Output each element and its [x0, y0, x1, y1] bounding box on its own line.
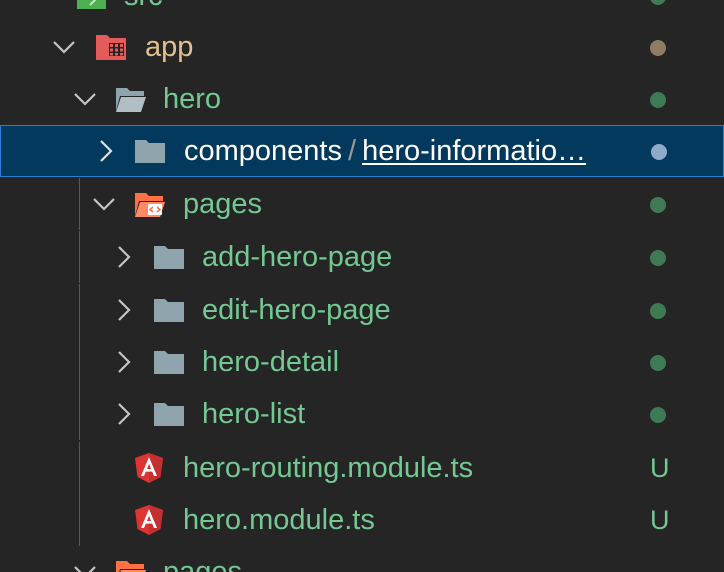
chevron-right-icon[interactable] — [112, 402, 136, 426]
chevron-right-icon[interactable] — [112, 245, 136, 269]
app-folder-icon — [95, 32, 127, 62]
status-dot — [650, 407, 666, 423]
folder-icon — [134, 136, 166, 166]
chevron-right-icon[interactable] — [94, 139, 118, 163]
path-separator: / — [348, 135, 357, 167]
folder-icon — [153, 347, 185, 377]
status-dot — [651, 144, 667, 160]
chevron-down-icon[interactable] — [73, 87, 97, 111]
status-dot — [650, 197, 666, 213]
indent-guide — [79, 442, 80, 494]
tree-label-src: src — [124, 0, 163, 22]
file-explorer-tree: src app — [0, 0, 724, 572]
tree-row-app[interactable]: app — [0, 21, 724, 73]
status-dot — [650, 0, 666, 5]
tree-row-edit-hero-page[interactable]: edit-hero-page — [0, 284, 724, 336]
compact-folder-name: components — [184, 135, 342, 167]
tree-row-hero-routing-module[interactable]: hero-routing.module.ts U — [0, 442, 724, 494]
indent-guide — [79, 388, 80, 440]
indent-guide — [79, 494, 80, 546]
tree-row-hero-detail[interactable]: hero-detail — [0, 336, 724, 388]
tree-label-hero-routing-module: hero-routing.module.ts — [183, 452, 474, 484]
chevron-down-icon[interactable] — [52, 35, 76, 59]
tree-label-hero-module: hero.module.ts — [183, 504, 375, 536]
indent-guide — [79, 178, 80, 230]
tree-label-edit-hero-page: edit-hero-page — [202, 294, 391, 326]
tree-row-hero-list[interactable]: hero-list — [0, 388, 724, 440]
tree-row-add-hero-page[interactable]: add-hero-page — [0, 231, 724, 283]
tree-label-hero: hero — [163, 83, 222, 115]
chevron-down-icon[interactable] — [92, 192, 116, 216]
tree-label-components: components / hero-informatio… — [184, 125, 586, 177]
chevron-down-icon[interactable] — [73, 560, 97, 572]
git-untracked-badge: U — [650, 505, 670, 535]
folder-icon — [153, 295, 185, 325]
tree-label-pages-bottom: pages — [163, 556, 243, 572]
compact-folder-subname[interactable]: hero-informatio… — [362, 135, 586, 167]
tree-row-src[interactable]: src — [0, 0, 724, 22]
tree-label-add-hero-page: add-hero-page — [202, 241, 393, 273]
indent-guide — [79, 284, 80, 336]
folder-open-icon — [115, 84, 147, 114]
status-dot — [650, 40, 666, 56]
indent-guide — [79, 336, 80, 388]
status-dot — [650, 355, 666, 371]
angular-icon — [133, 453, 165, 483]
status-dot — [650, 303, 666, 319]
tree-row-hero[interactable]: hero — [0, 73, 724, 125]
folder-icon — [153, 242, 185, 272]
tree-row-pages-bottom[interactable]: pages — [0, 546, 724, 572]
pages-folder-icon — [134, 189, 166, 219]
angular-icon — [133, 505, 165, 535]
pages-folder-icon — [115, 557, 147, 572]
chevron-right-icon[interactable] — [112, 298, 136, 322]
tree-row-components[interactable]: components / hero-informatio… — [0, 125, 724, 177]
tree-row-hero-module[interactable]: hero.module.ts U — [0, 494, 724, 546]
chevron-right-icon[interactable] — [112, 350, 136, 374]
src-folder-icon — [76, 0, 108, 11]
tree-label-app: app — [145, 31, 194, 63]
tree-label-pages: pages — [183, 188, 263, 220]
tree-row-pages[interactable]: pages — [0, 178, 724, 230]
indent-guide — [79, 231, 80, 283]
folder-icon — [153, 399, 185, 429]
status-dot — [650, 250, 666, 266]
tree-label-hero-detail: hero-detail — [202, 346, 340, 378]
git-untracked-badge: U — [650, 453, 670, 483]
tree-label-hero-list: hero-list — [202, 398, 306, 430]
status-dot — [650, 92, 666, 108]
